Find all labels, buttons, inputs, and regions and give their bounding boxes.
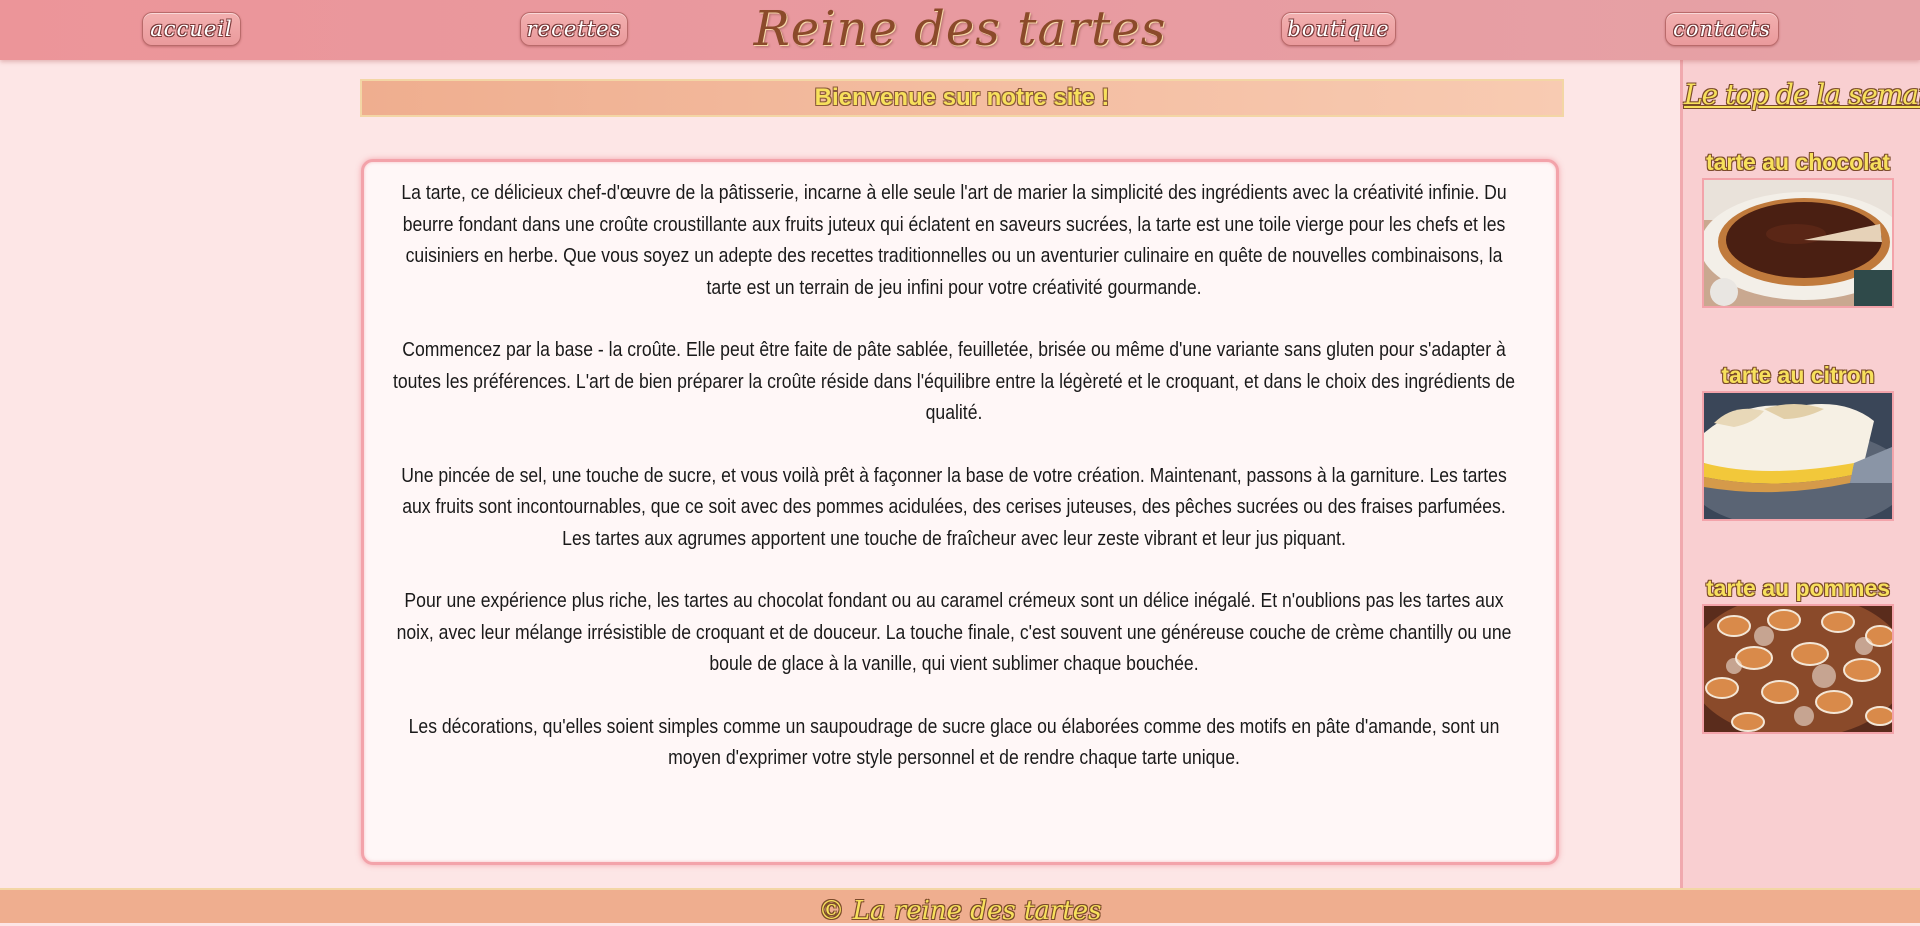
sidebar-item-tarte-citron[interactable]: tarte au citron xyxy=(1700,361,1896,521)
sidebar-item-tarte-pommes[interactable]: tarte au pommes xyxy=(1700,574,1896,734)
article-paragraph: La tarte, ce délicieux chef-d'œuvre de l… xyxy=(401,182,1507,299)
sidebar-item-label: tarte au chocolat xyxy=(1705,149,1891,175)
article-paragraph: Une pincée de sel, une touche de sucre, … xyxy=(401,464,1507,550)
nav-recettes-button[interactable]: recettes xyxy=(520,12,628,46)
chocolate-tart-image[interactable] xyxy=(1702,178,1894,308)
sidebar-title: Le top de la semaine xyxy=(1684,78,1920,111)
welcome-banner: Bienvenue sur notre site ! xyxy=(360,79,1564,117)
apple-tart-image[interactable] xyxy=(1702,604,1894,734)
nav-contacts-button[interactable]: contacts xyxy=(1665,12,1779,46)
top-navbar: accueil recettes Reine des tartes boutiq… xyxy=(0,0,1920,60)
lemon-tart-image[interactable] xyxy=(1702,391,1894,521)
sidebar-item-tarte-chocolat[interactable]: tarte au chocolat xyxy=(1700,148,1896,308)
footer-copyright: © La reine des tartes xyxy=(818,896,1102,926)
sidebar-item-label: tarte au pommes xyxy=(1705,575,1891,601)
sidebar-item-label: tarte au citron xyxy=(1721,362,1875,388)
nav-boutique-button[interactable]: boutique xyxy=(1281,12,1396,46)
article-paragraph: Les décorations, qu'elles soient simples… xyxy=(408,715,1500,770)
footer: © La reine des tartes xyxy=(0,888,1920,926)
nav-accueil-button[interactable]: accueil xyxy=(142,12,241,46)
article-paragraph: Commencez par la base - la croûte. Elle … xyxy=(392,339,1516,424)
site-title[interactable]: Reine des tartes xyxy=(700,0,1220,60)
article-paragraph: Pour une expérience plus riche, les tart… xyxy=(396,590,1512,675)
article-box: La tarte, ce délicieux chef-d'œuvre de l… xyxy=(361,159,1559,865)
